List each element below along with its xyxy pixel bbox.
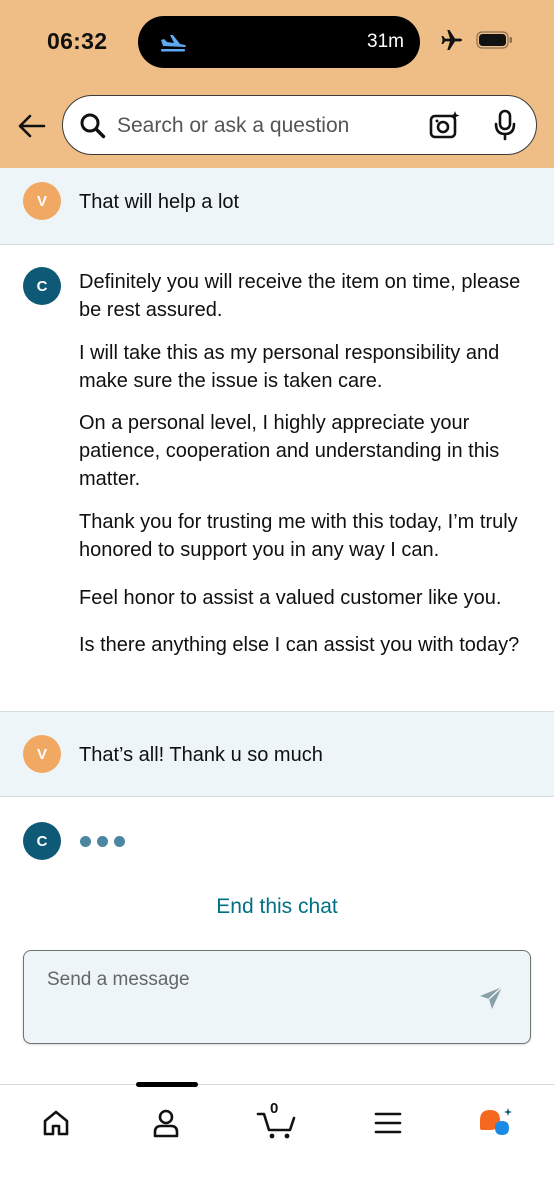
typing-dot [114, 836, 125, 847]
customer-avatar: V [23, 735, 61, 773]
status-time: 06:32 [47, 28, 108, 54]
rufus-ai-icon[interactable] [476, 1103, 516, 1143]
message-paragraph: Is there anything else I can assist you … [79, 634, 520, 656]
message-paragraph: On a personal level, I highly appreciate… [79, 412, 500, 490]
message-text: That will help a lot [79, 191, 240, 213]
typing-dot [80, 836, 91, 847]
home-icon[interactable] [36, 1103, 76, 1143]
agent-avatar: C [23, 267, 61, 305]
activity-timer: 31m [367, 31, 404, 52]
search-bar[interactable]: Search or ask a question [62, 95, 537, 155]
message-paragraph: I will take this as my personal responsi… [79, 342, 500, 392]
menu-icon[interactable] [368, 1103, 408, 1143]
typing-dot [97, 836, 108, 847]
chat-message-customer: V That will help a lot [0, 168, 554, 245]
search-input[interactable]: Search or ask a question [117, 114, 349, 138]
camera-icon[interactable] [429, 110, 461, 145]
airplane-mode-icon [440, 29, 464, 56]
back-arrow-icon[interactable] [16, 110, 48, 142]
bottom-navigation: 0 [0, 1082, 554, 1200]
customer-avatar: V [23, 182, 61, 220]
message-paragraph: Thank you for trusting me with this toda… [79, 511, 518, 561]
typing-indicator [80, 836, 125, 847]
send-icon[interactable] [478, 985, 504, 1016]
cart-count: 0 [270, 1100, 279, 1117]
chat-message-customer: V That’s all! Thank u so much [0, 711, 554, 797]
agent-avatar: C [23, 822, 61, 860]
home-indicator [136, 1082, 198, 1087]
microphone-icon[interactable] [493, 109, 517, 146]
message-input[interactable]: Send a message [47, 969, 190, 991]
search-icon [79, 112, 106, 144]
status-icons [440, 29, 514, 56]
message-paragraph: Feel honor to assist a valued customer l… [79, 587, 502, 609]
dynamic-island: 31m [138, 16, 420, 68]
plane-landing-icon [158, 30, 188, 59]
account-icon[interactable] [146, 1103, 186, 1143]
message-composer[interactable]: Send a message [23, 950, 531, 1044]
battery-icon [476, 31, 514, 54]
message-paragraph: Definitely you will receive the item on … [79, 271, 521, 321]
cart-icon[interactable]: 0 [256, 1100, 300, 1143]
message-text: That’s all! Thank u so much [79, 744, 323, 766]
app-header: 06:32 31m Search or ask a question [0, 0, 554, 168]
end-chat-link[interactable]: End this chat [0, 895, 554, 919]
